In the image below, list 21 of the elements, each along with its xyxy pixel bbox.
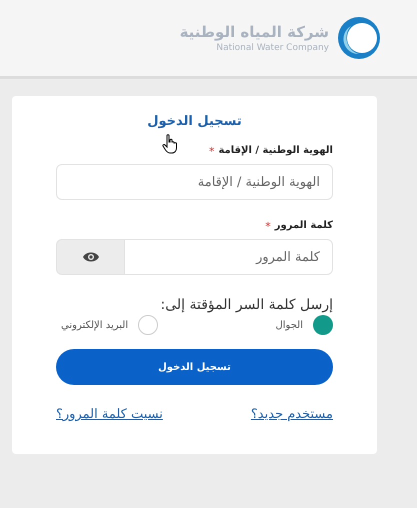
logo-subtitle: National Water Company xyxy=(216,43,329,53)
field-label: الهوية الوطنية / الإقامة xyxy=(218,145,333,158)
text-link[interactable]: مستخدم جديد؟ xyxy=(250,407,333,422)
radio-label: الجوال xyxy=(276,320,303,330)
login-title: تسجيل الدخول xyxy=(146,114,243,129)
required-mark: * xyxy=(208,145,214,158)
login-button[interactable]: تسجيل الدخول xyxy=(56,349,333,385)
input-field[interactable]: الهوية الوطنية / الإقامة xyxy=(56,164,333,200)
otp-prompt: إرسل كلمة السر المؤقتة إلى: xyxy=(160,297,333,313)
password-field[interactable]: كلمة المرور xyxy=(124,239,333,275)
radio-button[interactable] xyxy=(313,315,333,335)
required-mark: * xyxy=(265,220,271,233)
eye-icon xyxy=(82,251,100,263)
logo-icon xyxy=(337,16,381,60)
show-password-button[interactable] xyxy=(56,239,124,275)
field-label: كلمة المرور xyxy=(274,220,333,233)
hand-cursor-icon xyxy=(162,134,178,154)
text-link[interactable]: نسيت كلمة المرور؟ xyxy=(56,407,163,422)
radio-label: البريد الإلكتروني xyxy=(61,320,128,330)
radio-button[interactable] xyxy=(138,315,158,335)
logo-name: شركة المياه الوطنية xyxy=(180,23,329,41)
